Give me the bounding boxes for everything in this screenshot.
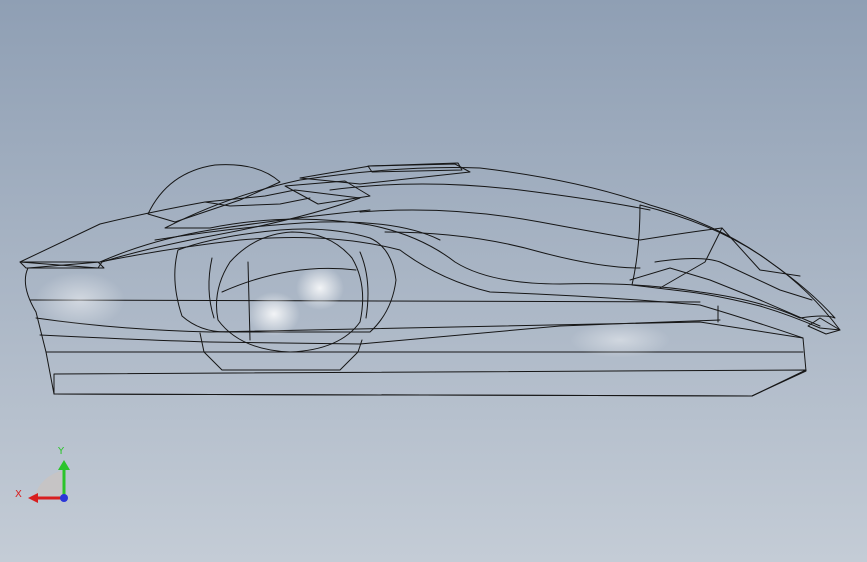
y-axis-label: Y — [57, 446, 65, 457]
nose-facet-3 — [629, 267, 821, 327]
ball-socket-rim — [208, 257, 215, 319]
nose-cap — [631, 204, 841, 331]
parting-line-3 — [29, 299, 701, 303]
nose-facet-2 — [654, 258, 813, 301]
z-axis-dot — [60, 494, 68, 502]
base-band — [53, 369, 807, 397]
body-highlight-left — [35, 272, 125, 328]
axis-triad: Y X — [15, 446, 70, 503]
shell-line-1 — [329, 183, 651, 211]
shell-line-2 — [359, 209, 641, 241]
x-axis-label: X — [15, 489, 22, 500]
graphics-viewport[interactable]: Y X — [0, 0, 867, 562]
triad-plane — [34, 470, 64, 498]
shell-line-3 — [384, 231, 641, 269]
top-button-1[interactable] — [299, 163, 471, 185]
y-axis-arrow — [58, 460, 70, 470]
nose-facet-1 — [639, 227, 801, 277]
nose-tip — [807, 317, 841, 335]
ball-highlight-1 — [248, 292, 300, 336]
wing-panel-line — [204, 197, 311, 207]
body-highlight-right — [570, 322, 670, 358]
rear-ball[interactable] — [147, 164, 281, 223]
ball-highlight-2 — [296, 266, 344, 310]
x-axis-arrow — [28, 493, 38, 503]
mouse-model[interactable] — [19, 162, 841, 397]
nose-facet-4 — [659, 227, 723, 289]
model-canvas[interactable]: Y X — [0, 0, 867, 562]
